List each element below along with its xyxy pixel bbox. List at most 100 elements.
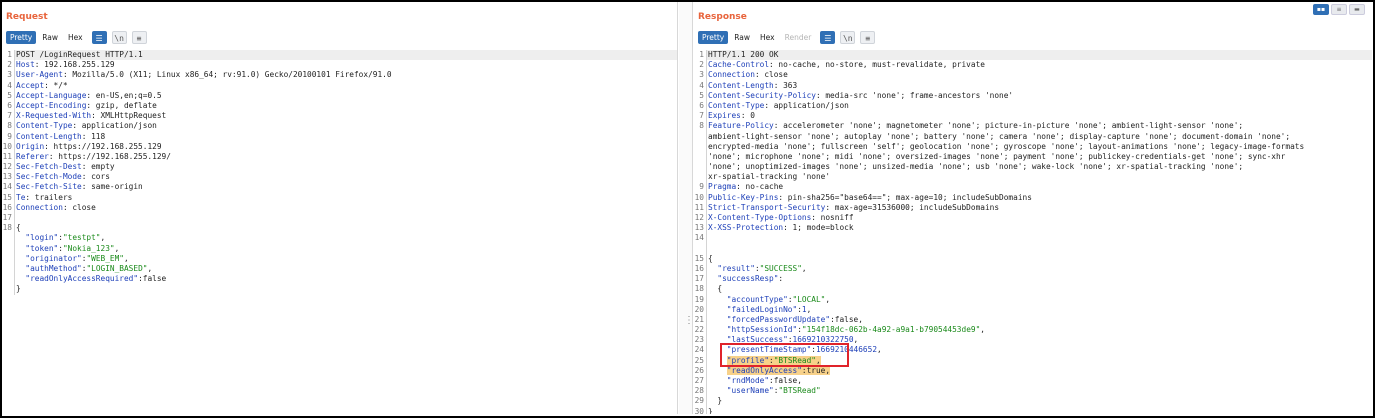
line-number: 11 bbox=[2, 151, 12, 161]
line-content: Content-Length: 363 bbox=[706, 80, 1372, 91]
code-token: , bbox=[853, 335, 859, 345]
line-number: 21 bbox=[694, 314, 704, 324]
show-newlines-icon[interactable]: \n bbox=[111, 30, 127, 44]
code-token: "LOCAL" bbox=[792, 294, 826, 304]
code-line: 16 "result":"SUCCESS", bbox=[694, 263, 1372, 275]
code-token: : */* bbox=[44, 80, 68, 90]
code-token: { bbox=[16, 223, 21, 233]
line-number: 6 bbox=[7, 100, 12, 110]
code-line: "originator":"WEB_EM", bbox=[2, 253, 677, 264]
code-token: "result" bbox=[717, 263, 755, 273]
line-content: User-Agent: Mozilla/5.0 (X11; Linux x86_… bbox=[14, 70, 677, 81]
menu-icon[interactable]: ≡ bbox=[860, 30, 876, 44]
line-content: Expires: 0 bbox=[706, 111, 1372, 122]
line-number bbox=[2, 244, 14, 254]
line-number: 6 bbox=[699, 100, 704, 110]
pane-divider[interactable] bbox=[679, 2, 693, 414]
line-content: "profile":"BTSRead", bbox=[706, 355, 1372, 366]
line-number: 1 bbox=[7, 50, 12, 59]
code-token: Strict-Transport-Security bbox=[708, 202, 826, 212]
code-line: 18 { bbox=[2, 223, 677, 234]
line-content: "originator":"WEB_EM", bbox=[14, 253, 677, 264]
line-content: Accept-Encoding: gzip, deflate bbox=[14, 100, 677, 112]
code-token: Feature-Policy bbox=[708, 121, 774, 131]
line-number: 12 bbox=[2, 162, 12, 172]
line-content: "userName":"BTSRead" bbox=[706, 386, 1372, 397]
line-number: 17 bbox=[2, 213, 12, 222]
line-number: 10 bbox=[2, 141, 12, 151]
line-content: 'none'; unoptimized-images 'none'; unsiz… bbox=[706, 162, 1372, 173]
line-content: "failedLoginNo":1, bbox=[706, 304, 1372, 315]
code-token: false bbox=[142, 274, 167, 284]
code-line: 14 Sec-Fetch-Site: same-origin bbox=[2, 182, 677, 193]
code-token: : empty bbox=[81, 162, 115, 172]
code-line: 17 "successResp": bbox=[694, 274, 1372, 285]
code-token: "lastSuccess" bbox=[726, 335, 788, 345]
code-line: 11 Strict-Transport-Security: max-age=315… bbox=[694, 202, 1372, 213]
code-token: { bbox=[708, 253, 713, 263]
menu-icon[interactable]: ≡ bbox=[131, 30, 147, 44]
code-token: User-Agent bbox=[16, 70, 63, 80]
code-line: 13 X-XSS-Protection: 1; mode=block bbox=[694, 223, 1372, 234]
code-token: encrypted-media 'none'; fullscreen 'self… bbox=[708, 141, 1305, 151]
code-line: 7 X-Requested-With: XMLHttpRequest bbox=[2, 111, 677, 122]
line-content: Origin: https://192.168.255.129 bbox=[14, 141, 677, 152]
code-token: Sec-Fetch-Dest bbox=[16, 162, 82, 172]
tab-pretty[interactable]: Pretty bbox=[6, 30, 37, 44]
tab-render[interactable]: Render bbox=[780, 30, 816, 44]
tab-raw[interactable]: Raw bbox=[38, 30, 63, 44]
wrap-lines-icon[interactable]: ☰ bbox=[820, 30, 836, 44]
line-content: Strict-Transport-Security: max-age=31536… bbox=[706, 202, 1372, 213]
tab-hex[interactable]: Hex bbox=[756, 30, 779, 44]
code-token: Accept-Language bbox=[16, 90, 87, 100]
line-number: 14 bbox=[694, 233, 704, 243]
code-token: : application/json bbox=[764, 100, 849, 110]
code-token: "forcedPasswordUpdate" bbox=[726, 314, 831, 324]
line-number: 19 bbox=[694, 294, 704, 304]
code-line: 1 POST /LoginRequest HTTP/1.1 bbox=[2, 50, 677, 61]
code-line: encrypted-media 'none'; fullscreen 'self… bbox=[694, 141, 1372, 152]
line-number: 13 bbox=[2, 172, 12, 182]
code-line: 13 Sec-Fetch-Mode: cors bbox=[2, 172, 677, 183]
wrap-lines-icon[interactable]: ☰ bbox=[91, 30, 107, 44]
line-number: 18 bbox=[2, 223, 12, 233]
code-token: X-Content-Type-Options bbox=[708, 213, 812, 222]
code-token: : application/json bbox=[72, 121, 157, 131]
tab-raw[interactable]: Raw bbox=[730, 30, 755, 44]
code-token: "presentTimeStamp" bbox=[726, 345, 812, 355]
code-token: : close bbox=[754, 70, 788, 80]
request-editor[interactable]: 1 POST /LoginRequest HTTP/1.1 2 Host: 192.1… bbox=[2, 50, 677, 414]
code-line: 30} bbox=[694, 406, 1372, 414]
line-content: "presentTimeStamp":1669210446652, bbox=[706, 345, 1372, 356]
request-toolbar: Pretty Raw Hex ☰ \n ≡ bbox=[6, 30, 147, 44]
code-token: false bbox=[773, 376, 798, 385]
line-content: 'none'; microphone 'none'; midi 'none'; … bbox=[706, 151, 1372, 163]
code-token: Sec-Fetch-Mode bbox=[16, 172, 82, 182]
line-number: 26 bbox=[694, 365, 704, 375]
drag-handle-icon[interactable]: ⋮ bbox=[684, 315, 694, 326]
tab-hex[interactable]: Hex bbox=[64, 30, 87, 44]
code-line: 9 Pragma: no-cache bbox=[694, 182, 1372, 193]
line-number: 5 bbox=[699, 90, 704, 100]
code-token: : https://192.168.255.129/ bbox=[48, 151, 171, 161]
code-token: Connection bbox=[708, 70, 755, 80]
line-number: 13 bbox=[694, 223, 704, 233]
code-token: : en-US,en;q=0.5 bbox=[86, 90, 162, 100]
code-token: } bbox=[708, 396, 723, 406]
tab-pretty[interactable]: Pretty bbox=[698, 30, 729, 44]
code-token: : XMLHttpRequest bbox=[91, 111, 167, 121]
show-newlines-icon[interactable]: \n bbox=[840, 30, 856, 44]
code-line: 22 "httpSessionId":"154f18dc-062b-4a92-a… bbox=[694, 325, 1372, 336]
response-editor[interactable]: 1 HTTP/1.1 200 OK 2 Cache-Control: no-cache… bbox=[694, 50, 1372, 414]
line-number: 3 bbox=[699, 70, 704, 80]
line-content: ambient-light-sensor 'none'; autoplay 'n… bbox=[706, 131, 1372, 142]
code-line: 3 Connection: close bbox=[694, 70, 1372, 81]
line-number: 7 bbox=[699, 111, 704, 121]
